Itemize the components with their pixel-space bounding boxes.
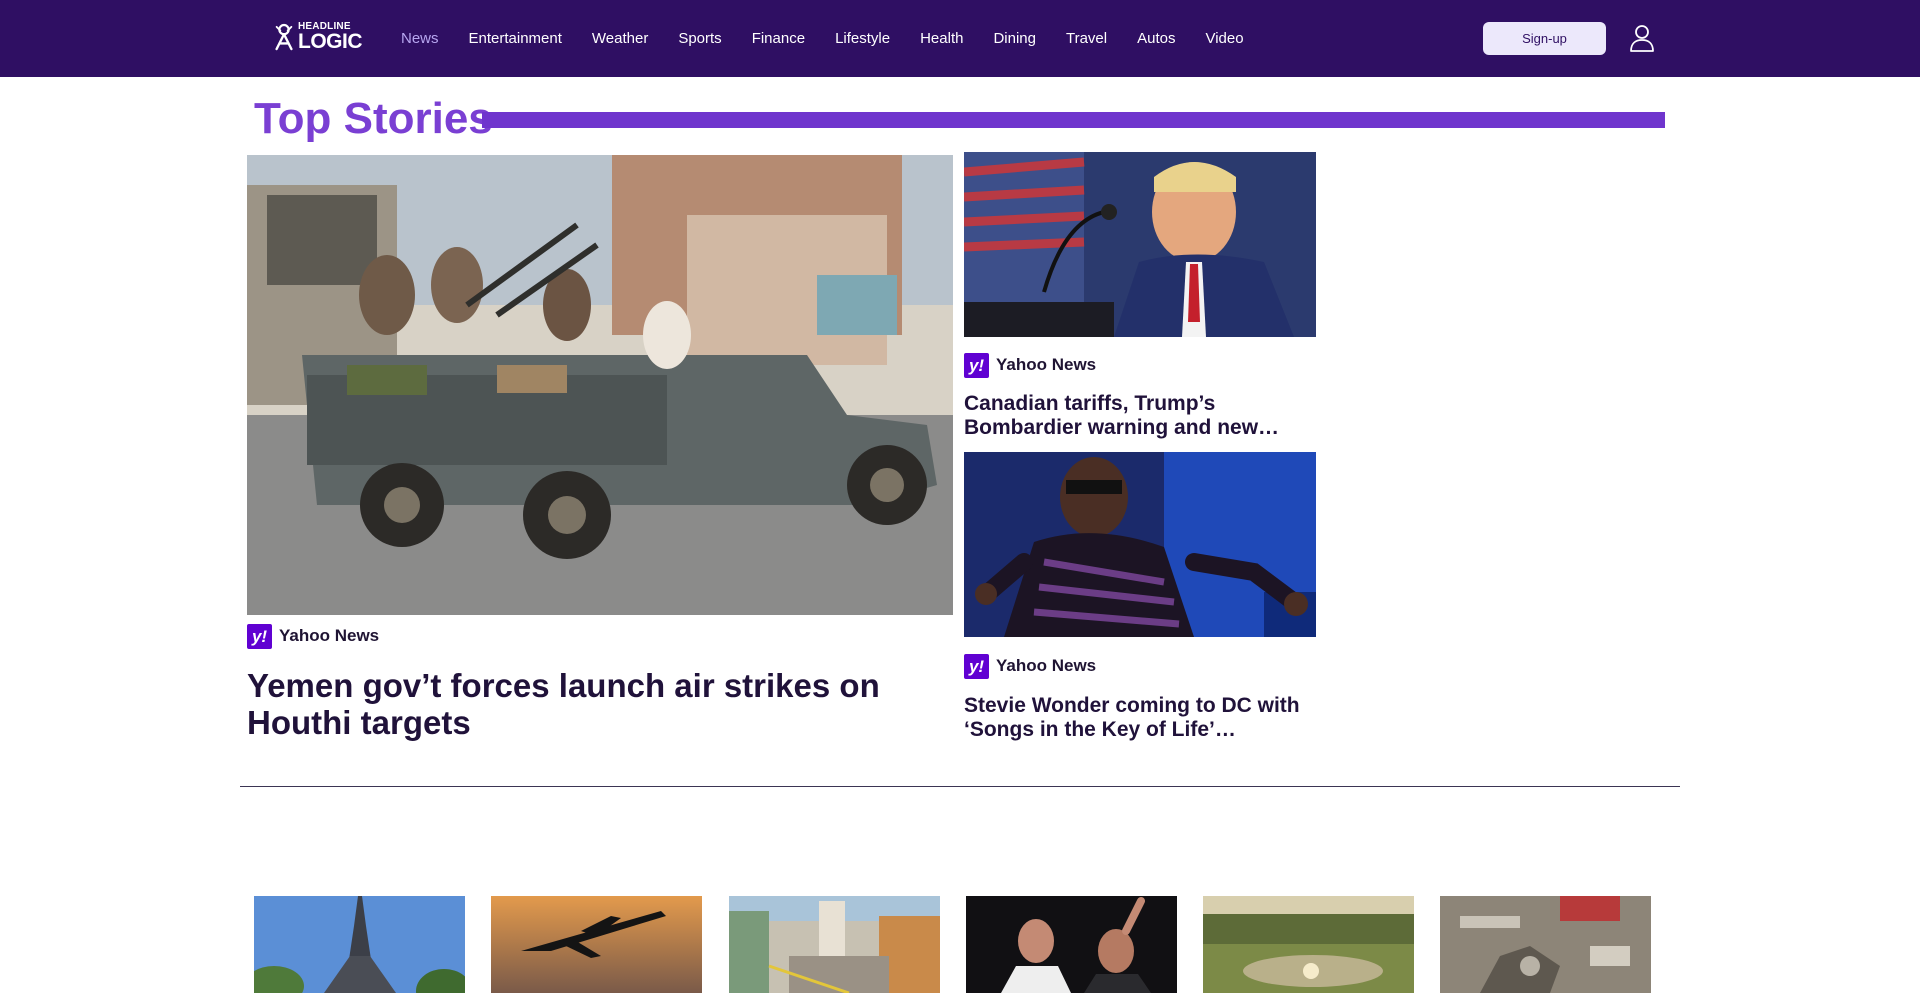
lead-story-headline[interactable]: Yemen gov’t forces launch air strikes on…	[247, 667, 953, 741]
lead-story-image[interactable]	[247, 155, 953, 615]
user-icon	[1630, 25, 1654, 52]
nav-item-finance[interactable]: Finance	[737, 30, 820, 47]
account-button[interactable]	[1627, 22, 1657, 54]
top-navigation-bar: HEADLINE LOGIC News Entertainment Weathe…	[0, 0, 1920, 77]
nav-item-weather[interactable]: Weather	[577, 30, 663, 47]
story-thumbnail-debris[interactable]	[1440, 896, 1651, 993]
source-name: Yahoo News	[996, 355, 1097, 374]
side-story-card[interactable]: y! Yahoo News Stevie Wonder coming to DC…	[964, 452, 1316, 742]
section-title-rule	[482, 112, 1665, 128]
yahoo-news-icon: y!	[964, 653, 989, 679]
nav-item-autos[interactable]: Autos	[1122, 30, 1190, 47]
story-thumbnail-concert[interactable]	[966, 896, 1177, 993]
side-story-card[interactable]: y! Yahoo News Canadian tariffs, Trump’s …	[964, 152, 1316, 442]
nav-item-travel[interactable]: Travel	[1051, 30, 1122, 47]
lead-story-card[interactable]: y! Yahoo News Yemen gov’t forces launch …	[247, 155, 953, 755]
nav-item-entertainment[interactable]: Entertainment	[454, 30, 577, 47]
nav-item-video[interactable]: Video	[1190, 30, 1258, 47]
section-title: Top Stories	[254, 94, 493, 143]
section-divider	[240, 786, 1680, 787]
yahoo-news-icon: y!	[247, 623, 272, 649]
side-story-headline[interactable]: Stevie Wonder coming to DC with ‘Songs i…	[964, 694, 1316, 742]
logo-wordmark-bottom: LOGIC	[298, 30, 363, 53]
story-thumbnail-eiffel-tower[interactable]	[254, 896, 465, 993]
side-story-headline[interactable]: Canadian tariffs, Trump’s Bombardier war…	[964, 392, 1316, 440]
side-story-source: y! Yahoo News	[964, 352, 1096, 378]
nav-item-lifestyle[interactable]: Lifestyle	[820, 30, 905, 47]
headline-logic-logo[interactable]: HEADLINE LOGIC	[272, 22, 363, 53]
story-thumbnail-golf-course[interactable]	[1203, 896, 1414, 993]
logo-wordmark: HEADLINE LOGIC	[298, 22, 363, 53]
nav-item-news[interactable]: News	[386, 30, 454, 47]
nav-item-sports[interactable]: Sports	[663, 30, 736, 47]
more-stories-row	[254, 896, 1654, 993]
side-story-image[interactable]	[964, 452, 1316, 637]
side-story-source: y! Yahoo News	[964, 653, 1096, 679]
story-thumbnail-street[interactable]	[729, 896, 940, 993]
yahoo-news-icon: y!	[964, 352, 989, 378]
side-story-image[interactable]	[964, 152, 1316, 337]
lead-story-source: y! Yahoo News	[247, 623, 379, 649]
nav-item-dining[interactable]: Dining	[978, 30, 1051, 47]
main-nav: News Entertainment Weather Sports Financ…	[386, 0, 1259, 77]
story-thumbnail-airplane[interactable]	[491, 896, 702, 993]
logo-mark-icon	[275, 23, 293, 51]
nav-item-health[interactable]: Health	[905, 30, 978, 47]
source-name: Yahoo News	[279, 626, 380, 645]
source-name: Yahoo News	[996, 656, 1097, 675]
signup-button[interactable]: Sign-up	[1483, 22, 1606, 55]
